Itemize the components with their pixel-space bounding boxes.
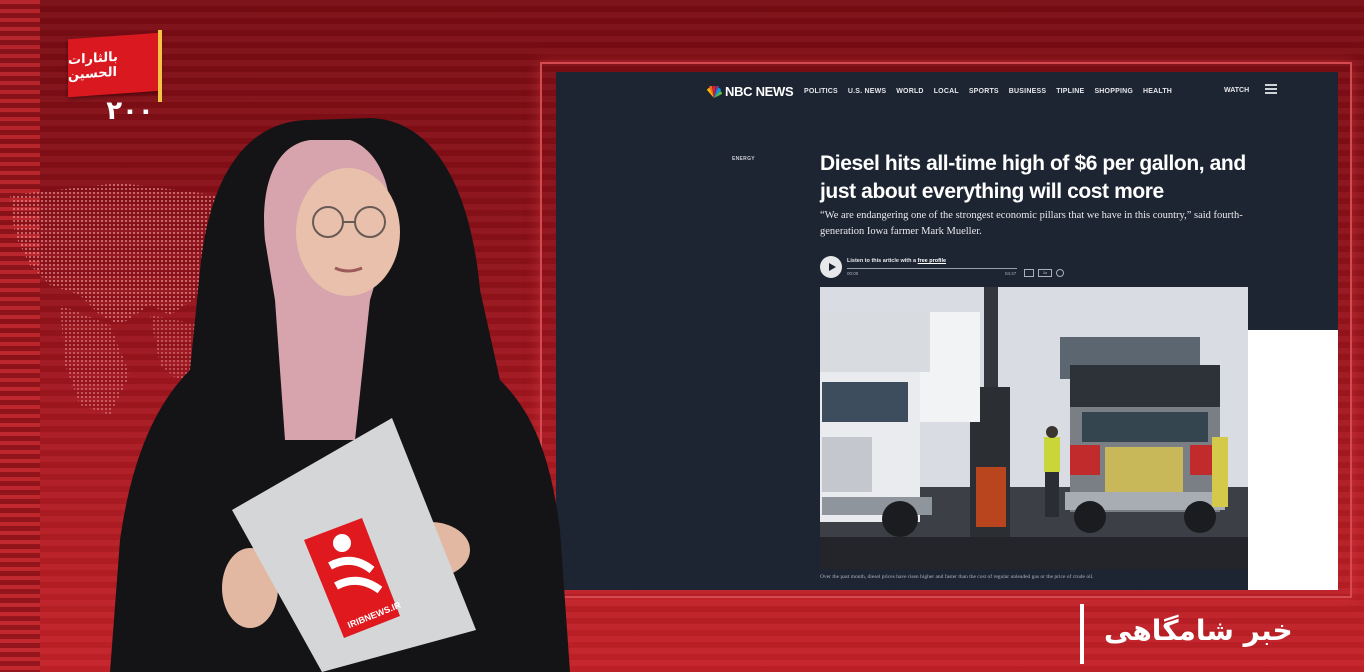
article-nav-links: POLITICS U.S. NEWS WORLD LOCAL SPORTS BU… [804, 88, 1172, 95]
program-lower-third: خبر شامگاهی [1080, 604, 1350, 664]
nav-item-world[interactable]: WORLD [896, 88, 923, 95]
nav-item-local[interactable]: LOCAL [934, 88, 959, 95]
page-white-margin [1248, 330, 1338, 590]
nav-item-business[interactable]: BUSINESS [1009, 88, 1046, 95]
channel-logo: بالثارات الحسین [64, 30, 164, 102]
presenter-clipboard [232, 418, 476, 672]
audio-progress-bar[interactable] [847, 268, 1017, 269]
nav-item-health[interactable]: HEALTH [1143, 88, 1172, 95]
nav-item-shopping[interactable]: SHOPPING [1094, 88, 1133, 95]
free-profile-link[interactable]: free profile [918, 258, 946, 264]
audio-time-end: 04:47 [1005, 271, 1017, 276]
article-screen: NBC NEWS POLITICS U.S. NEWS WORLD LOCAL … [556, 72, 1338, 590]
nav-item-politics[interactable]: POLITICS [804, 88, 838, 95]
peacock-icon [707, 85, 722, 98]
flag-pole [158, 30, 162, 102]
nav-watch-link[interactable]: WATCH [1224, 87, 1249, 94]
trucks-at-fuel-station-image [820, 287, 1248, 569]
nav-item-tipline[interactable]: TIPLINE [1056, 88, 1084, 95]
audio-time-start: 00:00 [847, 271, 859, 276]
play-button[interactable] [820, 256, 842, 278]
nav-item-us-news[interactable]: U.S. NEWS [848, 88, 886, 95]
article-nav-bar: NBC NEWS POLITICS U.S. NEWS WORLD LOCAL … [556, 72, 1338, 112]
listen-label: Listen to this article with a free profi… [847, 258, 946, 264]
lower-third-divider [1080, 604, 1084, 664]
hamburger-menu-icon[interactable] [1265, 84, 1277, 94]
article-section-label[interactable]: ENERGY [732, 156, 755, 162]
nbc-news-logo[interactable]: NBC NEWS [706, 84, 794, 99]
article-hero-photo [820, 287, 1248, 569]
program-title: خبر شامگاهی [1104, 614, 1293, 647]
listen-prefix: Listen to this article with a [847, 258, 917, 264]
photo-caption: Over the past month, diesel prices have … [820, 574, 1094, 580]
article-dek: “We are endangering one of the strongest… [820, 210, 1243, 237]
audio-rewind-button[interactable] [1024, 269, 1034, 277]
audio-player: Listen to this article with a free profi… [820, 256, 1070, 280]
audio-speed-button[interactable]: 1x [1038, 269, 1052, 277]
article-headline: Diesel hits all-time high of $6 per gall… [820, 152, 1246, 203]
nav-item-sports[interactable]: SPORTS [969, 88, 999, 95]
audio-info-icon[interactable] [1056, 269, 1064, 277]
nbc-brand-text: NBC NEWS [725, 84, 794, 99]
channel-logo-flag: بالثارات الحسین [68, 32, 160, 98]
